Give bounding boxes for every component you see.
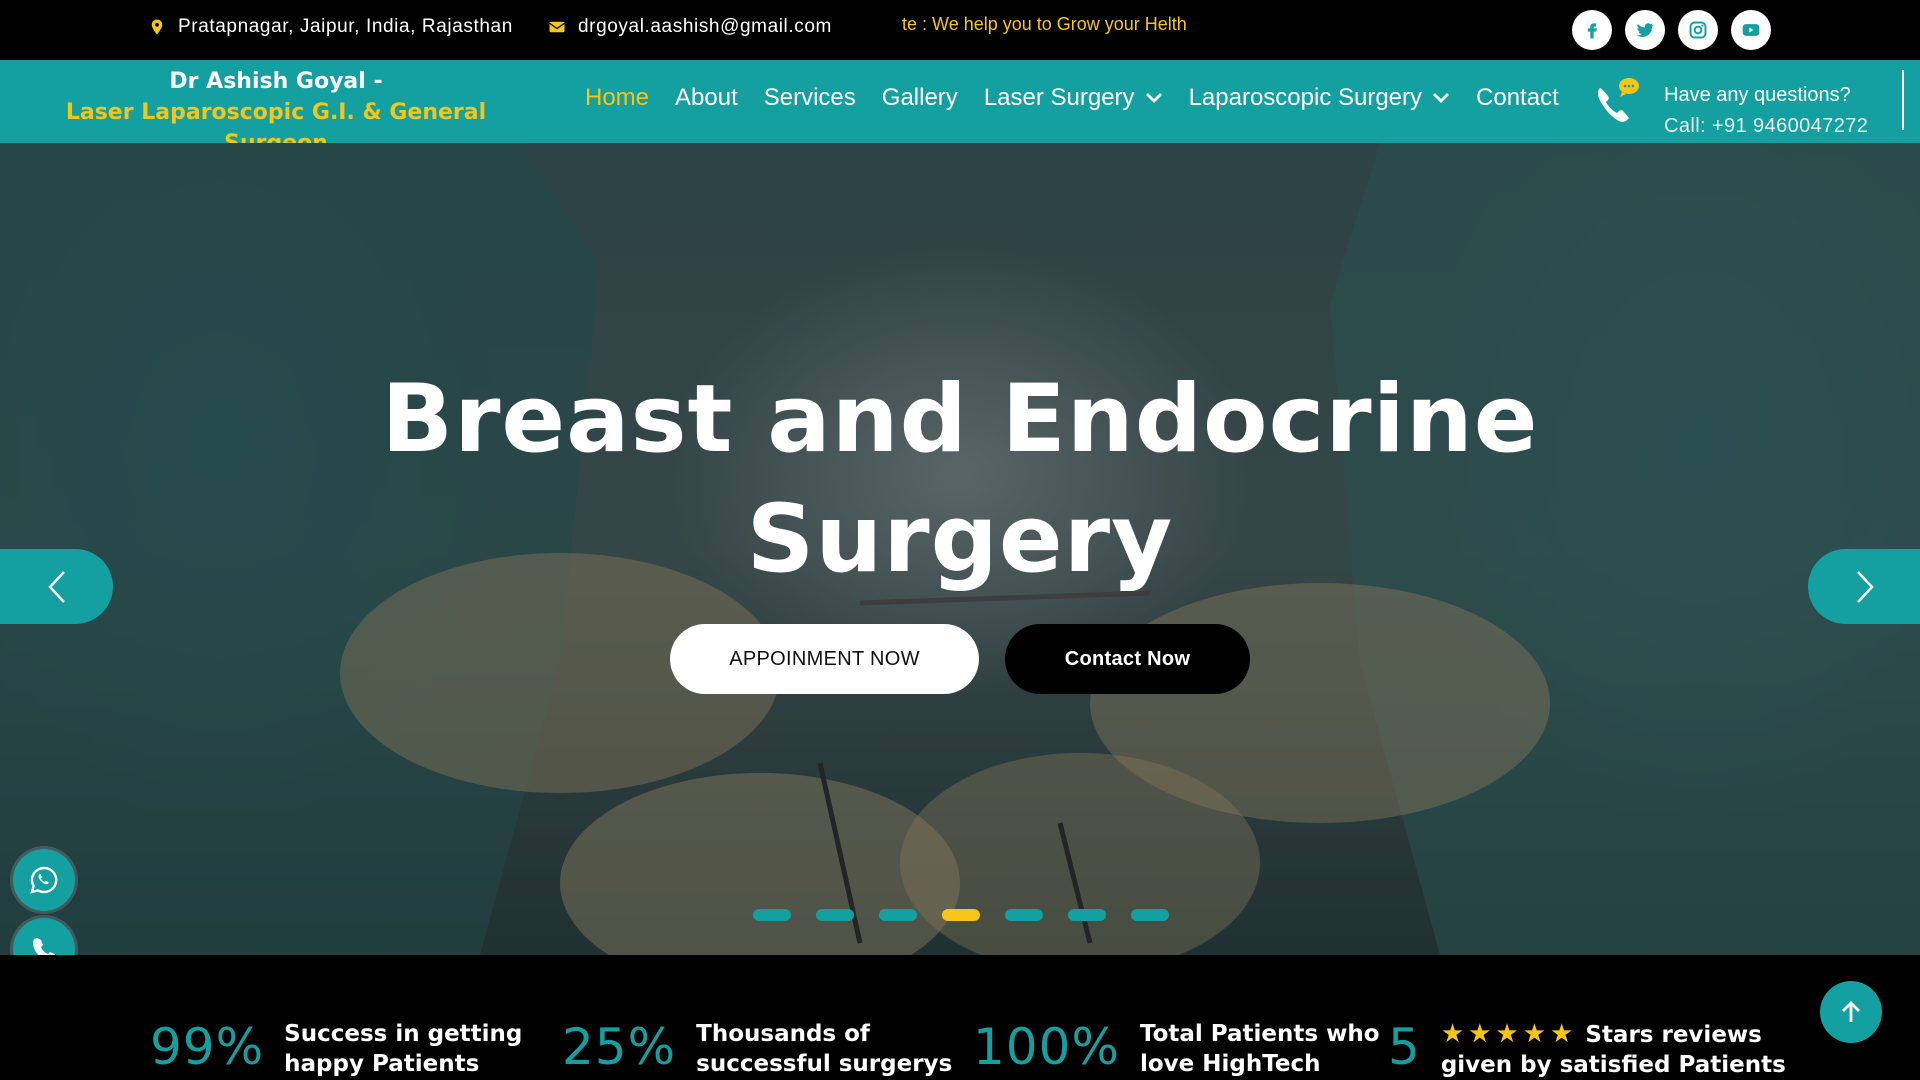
- stat-line: Total Patients who: [1139, 1021, 1380, 1047]
- top-bar: Pratapnagar, Jaipur, India, Rajasthan dr…: [0, 0, 1920, 60]
- stat-text: Thousands of successful surgerys: [696, 1019, 952, 1079]
- nav-item-gallery[interactable]: Gallery: [882, 84, 958, 112]
- stat-line: successful surgerys: [696, 1051, 953, 1077]
- chevron-down-icon: [1433, 93, 1450, 103]
- contact-now-button[interactable]: Contact Now: [1005, 624, 1250, 694]
- stat-number: 99%: [150, 1018, 265, 1076]
- slider-dot-3[interactable]: [879, 909, 917, 921]
- hero-title: Breast and Endocrine Surgery: [381, 365, 1539, 594]
- stat-surgeries: 25% Thousands of successful surgerys: [562, 1017, 952, 1079]
- slider-dot-6[interactable]: [1068, 909, 1106, 921]
- youtube-button[interactable]: [1731, 10, 1771, 50]
- slider-dot-5[interactable]: [1005, 909, 1043, 921]
- facebook-icon: [1587, 23, 1597, 39]
- chevron-right-icon: [1856, 570, 1874, 603]
- scroll-to-top-button[interactable]: [1820, 981, 1882, 1043]
- stat-line-1: ★★★★★ Stars reviews: [1441, 1019, 1786, 1050]
- nav-item-contact[interactable]: Contact: [1476, 84, 1559, 112]
- nav-item-laparoscopic-surgery[interactable]: Laparoscopic Surgery: [1189, 84, 1450, 112]
- nav-item-laser-surgery[interactable]: Laser Surgery: [984, 84, 1163, 112]
- stat-line: Success in getting: [284, 1021, 523, 1047]
- nav-item-about[interactable]: About: [675, 84, 738, 112]
- nav-item-services[interactable]: Services: [764, 84, 856, 112]
- stat-line: Thousands of: [696, 1021, 870, 1047]
- email-info[interactable]: drgoyal.aashish@gmail.com: [548, 16, 832, 38]
- ticker-text: ote : We help you to Grow your Helth: [902, 14, 1187, 34]
- slider-dot-2[interactable]: [816, 909, 854, 921]
- appointment-button[interactable]: APPOINMENT NOW: [670, 624, 979, 694]
- slider-dot-7[interactable]: [1131, 909, 1169, 921]
- nav-item-label: Contact: [1476, 84, 1559, 111]
- phone-chat-icon: [1597, 78, 1639, 122]
- nav-item-home[interactable]: Home: [585, 84, 649, 112]
- chevron-left-icon: [47, 570, 65, 603]
- stat-success: 99% Success in getting happy Patients: [150, 1017, 522, 1079]
- stat-number: 5: [1388, 1018, 1421, 1076]
- call-number[interactable]: Call: +91 9460047272: [1664, 115, 1868, 138]
- address-info: Pratapnagar, Jaipur, India, Rajasthan: [148, 16, 513, 38]
- hero-slider: Breast and Endocrine Surgery APPOINMENT …: [0, 143, 1920, 955]
- instagram-button[interactable]: [1678, 10, 1718, 50]
- stats-bar: 99% Success in getting happy Patients 25…: [0, 955, 1920, 1080]
- twitter-icon: [1636, 23, 1654, 37]
- slider-next-button[interactable]: [1808, 549, 1920, 624]
- stat-patients: 100% Total Patients who love HighTech: [973, 1017, 1380, 1079]
- location-pin-icon: [151, 19, 163, 35]
- slider-prev-button[interactable]: [0, 549, 113, 624]
- stat-text: ★★★★★ Stars reviews given by satisfied P…: [1441, 1019, 1786, 1080]
- nav-divider: [1902, 70, 1904, 130]
- slider-dot-1[interactable]: [753, 909, 791, 921]
- stat-reviews: 5 ★★★★★ Stars reviews given by satisfied…: [1388, 1017, 1786, 1080]
- chevron-down-icon: [1145, 93, 1162, 103]
- stat-line: Stars reviews: [1585, 1022, 1762, 1048]
- nav-item-label: Services: [763, 84, 856, 111]
- youtube-icon: [1742, 24, 1760, 36]
- email-text[interactable]: drgoyal.aashish@gmail.com: [578, 16, 832, 38]
- stat-number: 25%: [562, 1018, 677, 1076]
- instagram-icon: [1689, 21, 1707, 39]
- questions-label: Have any questions?: [1664, 84, 1851, 106]
- nav-menu: Home About Services Gallery Laser Surger…: [585, 84, 1559, 112]
- nav-item-label: About: [675, 84, 738, 111]
- facebook-button[interactable]: [1572, 10, 1612, 50]
- main-navbar: Dr Ashish Goyal - Laser Laparoscopic G.I…: [0, 60, 1920, 156]
- arrow-up-icon: [1842, 1001, 1860, 1022]
- stat-text: Success in getting happy Patients: [284, 1019, 522, 1079]
- envelope-icon: [549, 21, 565, 33]
- stat-line: happy Patients: [284, 1051, 480, 1077]
- stat-line: love HighTech: [1139, 1051, 1321, 1077]
- slider-dot-4[interactable]: [942, 909, 980, 921]
- nav-item-label: Laparoscopic Surgery: [1188, 84, 1423, 111]
- social-links: [1572, 10, 1771, 50]
- star-rating-icons: ★★★★★: [1440, 1019, 1578, 1049]
- twitter-button[interactable]: [1625, 10, 1665, 50]
- whatsapp-button[interactable]: [13, 849, 75, 911]
- whatsapp-icon: [30, 866, 58, 894]
- slider-dots: [753, 909, 1169, 921]
- address-text: Pratapnagar, Jaipur, India, Rajasthan: [178, 16, 513, 37]
- brand-name[interactable]: Dr Ashish Goyal -: [28, 66, 524, 97]
- stat-line: given by satisfied Patients: [1440, 1052, 1786, 1078]
- stat-text: Total Patients who love HighTech: [1140, 1019, 1380, 1079]
- news-ticker: ote : We help you to Grow your Helth: [902, 12, 1208, 38]
- nav-item-label: Home: [585, 84, 650, 111]
- stat-number: 100%: [973, 1018, 1120, 1076]
- nav-item-label: Laser Surgery: [983, 84, 1135, 111]
- nav-item-label: Gallery: [881, 84, 958, 111]
